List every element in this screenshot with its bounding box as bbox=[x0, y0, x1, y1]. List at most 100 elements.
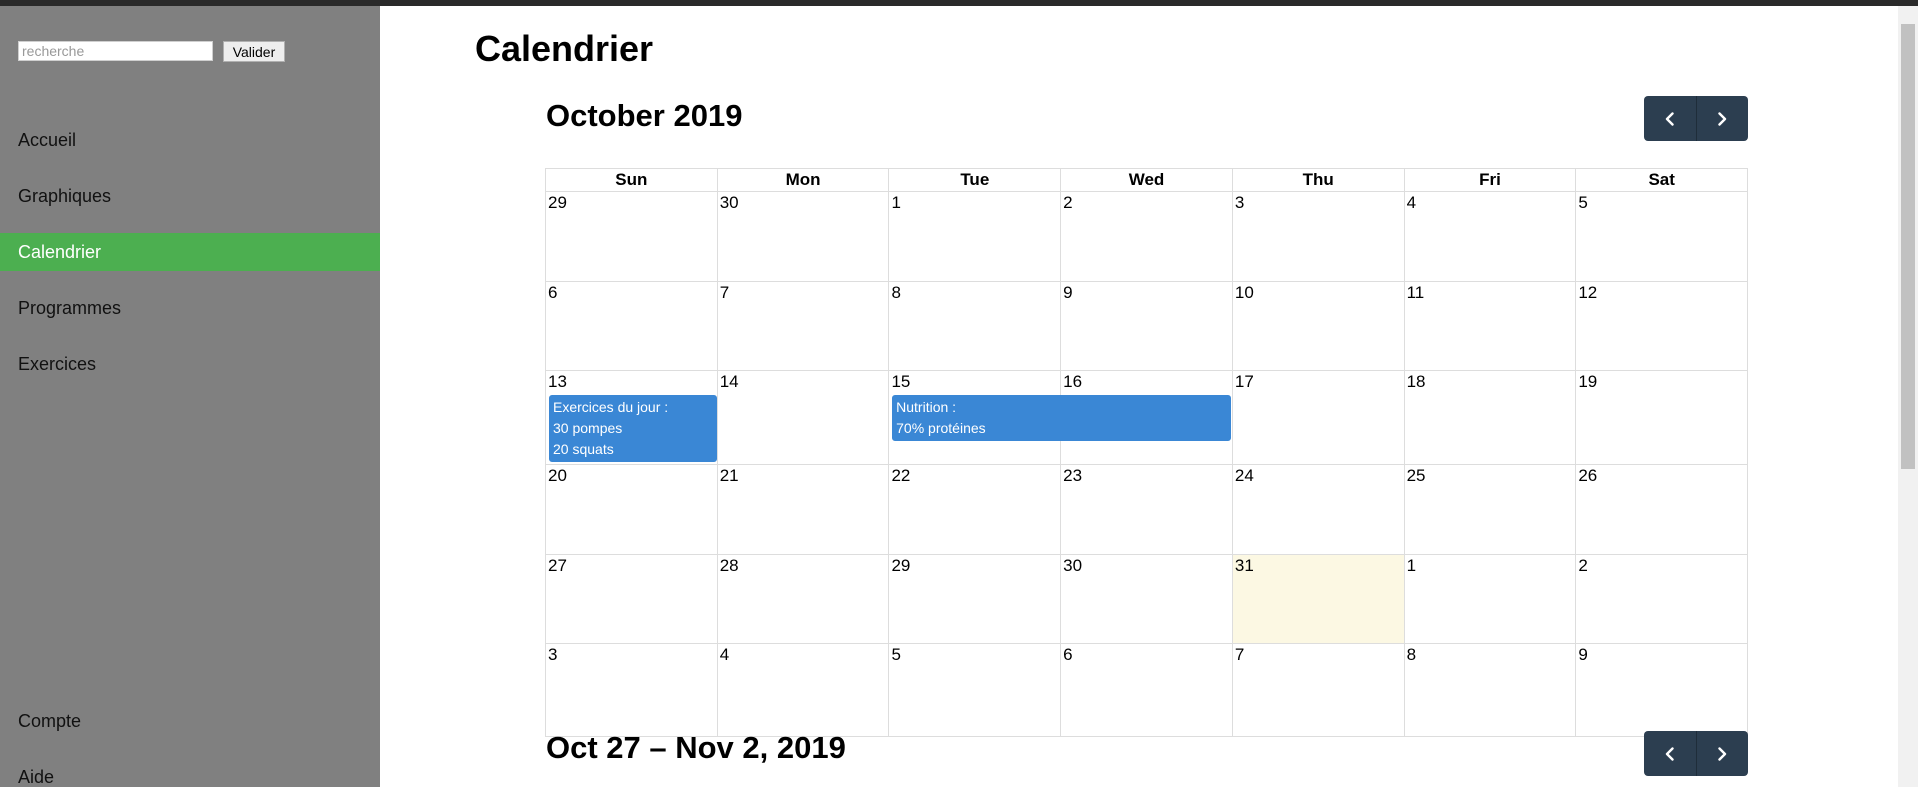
calendar-day[interactable]: 9 bbox=[1060, 282, 1232, 370]
calendar-day[interactable]: 14 bbox=[716, 371, 889, 464]
calendar-event[interactable]: Exercices du jour : 30 pompes 20 squats bbox=[549, 395, 717, 462]
calendar-day[interactable]: 2 bbox=[1575, 555, 1747, 643]
calendar-day[interactable]: 5 bbox=[1575, 192, 1747, 281]
day-number[interactable]: 19 bbox=[1578, 372, 1597, 392]
calendar-day[interactable]: 8 bbox=[1403, 644, 1576, 736]
calendar-day[interactable]: 29 bbox=[546, 192, 717, 281]
calendar-day[interactable]: 19 bbox=[1575, 371, 1747, 464]
sidebar-item-programmes[interactable]: Programmes bbox=[0, 289, 380, 327]
day-number[interactable]: 21 bbox=[720, 466, 739, 486]
calendar-day[interactable]: 8 bbox=[888, 282, 1060, 370]
day-number[interactable]: 25 bbox=[1407, 466, 1426, 486]
calendar-day[interactable]: 7 bbox=[716, 282, 889, 370]
prev-month-button[interactable] bbox=[1644, 96, 1696, 141]
calendar-day[interactable]: 24 bbox=[1231, 465, 1404, 554]
calendar-day[interactable]: 12 bbox=[1575, 282, 1747, 370]
scrollbar-thumb[interactable] bbox=[1901, 24, 1915, 469]
day-number[interactable]: 9 bbox=[1063, 283, 1072, 303]
calendar-day[interactable]: 29 bbox=[888, 555, 1060, 643]
calendar-day[interactable]: 2 bbox=[1060, 192, 1232, 281]
day-number[interactable]: 17 bbox=[1235, 372, 1254, 392]
calendar-day[interactable]: 3 bbox=[1231, 192, 1404, 281]
day-number[interactable]: 3 bbox=[1235, 193, 1244, 213]
day-number[interactable]: 16 bbox=[1063, 372, 1082, 392]
day-of-week-label: Sun bbox=[615, 170, 648, 189]
day-number[interactable]: 5 bbox=[891, 645, 900, 665]
search-input[interactable] bbox=[18, 41, 213, 61]
day-number[interactable]: 8 bbox=[1407, 645, 1416, 665]
sidebar-item-aide[interactable]: Aide bbox=[0, 758, 380, 796]
sidebar-item-graphiques[interactable]: Graphiques bbox=[0, 177, 380, 215]
calendar-day[interactable]: 28 bbox=[716, 555, 889, 643]
calendar-event[interactable]: Nutrition : 70% protéines bbox=[892, 395, 1232, 441]
sidebar-item-compte[interactable]: Compte bbox=[0, 702, 380, 740]
calendar-day[interactable]: 6 bbox=[1060, 644, 1232, 736]
calendar-day[interactable]: 9 bbox=[1575, 644, 1747, 736]
calendar-day[interactable]: 22 bbox=[888, 465, 1060, 554]
day-number[interactable]: 7 bbox=[1235, 645, 1244, 665]
day-number[interactable]: 6 bbox=[1063, 645, 1072, 665]
sidebar-item-accueil[interactable]: Accueil bbox=[0, 121, 380, 159]
next-month-button[interactable] bbox=[1695, 96, 1749, 141]
calendar-day[interactable]: 7 bbox=[1231, 644, 1404, 736]
day-number[interactable]: 23 bbox=[1063, 466, 1082, 486]
next-week-button[interactable] bbox=[1695, 731, 1749, 776]
day-number[interactable]: 15 bbox=[891, 372, 910, 392]
day-number[interactable]: 1 bbox=[1407, 556, 1416, 576]
calendar-day-today[interactable]: 31 bbox=[1231, 555, 1404, 643]
calendar-day[interactable]: 25 bbox=[1403, 465, 1576, 554]
calendar-day[interactable]: 30 bbox=[716, 192, 889, 281]
day-number[interactable]: 14 bbox=[720, 372, 739, 392]
day-number[interactable]: 5 bbox=[1578, 193, 1587, 213]
day-number[interactable]: 4 bbox=[1407, 193, 1416, 213]
day-number[interactable]: 4 bbox=[720, 645, 729, 665]
calendar-day[interactable]: 30 bbox=[1060, 555, 1232, 643]
calendar-day[interactable]: 4 bbox=[716, 644, 889, 736]
validate-search-button[interactable]: Valider bbox=[223, 41, 285, 62]
calendar-day[interactable]: 1 bbox=[1403, 555, 1576, 643]
calendar-day[interactable]: 3 bbox=[546, 644, 717, 736]
day-number[interactable]: 6 bbox=[548, 283, 557, 303]
day-number[interactable]: 20 bbox=[548, 466, 567, 486]
day-number[interactable]: 29 bbox=[891, 556, 910, 576]
day-number[interactable]: 8 bbox=[891, 283, 900, 303]
prev-week-button[interactable] bbox=[1644, 731, 1696, 776]
day-number[interactable]: 11 bbox=[1407, 283, 1425, 303]
calendar-day[interactable]: 20 bbox=[546, 465, 717, 554]
day-number[interactable]: 12 bbox=[1578, 283, 1597, 303]
calendar-day[interactable]: 21 bbox=[716, 465, 889, 554]
day-number[interactable]: 18 bbox=[1407, 372, 1426, 392]
day-number[interactable]: 28 bbox=[720, 556, 739, 576]
calendar-day[interactable]: 1 bbox=[888, 192, 1060, 281]
calendar-day[interactable]: 26 bbox=[1575, 465, 1747, 554]
calendar-day[interactable]: 27 bbox=[546, 555, 717, 643]
calendar-day[interactable]: 10 bbox=[1231, 282, 1404, 370]
day-number[interactable]: 2 bbox=[1063, 193, 1072, 213]
day-number[interactable]: 7 bbox=[720, 283, 729, 303]
day-number[interactable]: 13 bbox=[548, 372, 567, 392]
calendar-day[interactable]: 5 bbox=[888, 644, 1060, 736]
day-number[interactable]: 9 bbox=[1578, 645, 1587, 665]
sidebar: Valider Accueil Graphiques Calendrier Pr… bbox=[0, 6, 380, 787]
day-number[interactable]: 30 bbox=[720, 193, 739, 213]
day-number[interactable]: 26 bbox=[1578, 466, 1597, 486]
calendar-day[interactable]: 4 bbox=[1403, 192, 1576, 281]
calendar-day[interactable]: 6 bbox=[546, 282, 717, 370]
day-number[interactable]: 30 bbox=[1063, 556, 1082, 576]
calendar-day[interactable]: 18 bbox=[1403, 371, 1576, 464]
day-number[interactable]: 24 bbox=[1235, 466, 1254, 486]
calendar-day[interactable]: 17 bbox=[1231, 371, 1404, 464]
day-number[interactable]: 10 bbox=[1235, 283, 1254, 303]
day-number[interactable]: 22 bbox=[891, 466, 910, 486]
sidebar-item-exercices[interactable]: Exercices bbox=[0, 345, 380, 383]
day-number[interactable]: 1 bbox=[891, 193, 900, 213]
sidebar-item-calendrier[interactable]: Calendrier bbox=[0, 233, 380, 271]
calendar-day[interactable]: 11 bbox=[1403, 282, 1576, 370]
day-number[interactable]: 29 bbox=[548, 193, 567, 213]
day-number[interactable]: 3 bbox=[548, 645, 557, 665]
calendar-day[interactable]: 23 bbox=[1060, 465, 1232, 554]
day-number[interactable]: 31 bbox=[1235, 556, 1254, 576]
day-number[interactable]: 27 bbox=[548, 556, 567, 576]
page-scrollbar[interactable] bbox=[1898, 6, 1918, 787]
day-number[interactable]: 2 bbox=[1578, 556, 1587, 576]
